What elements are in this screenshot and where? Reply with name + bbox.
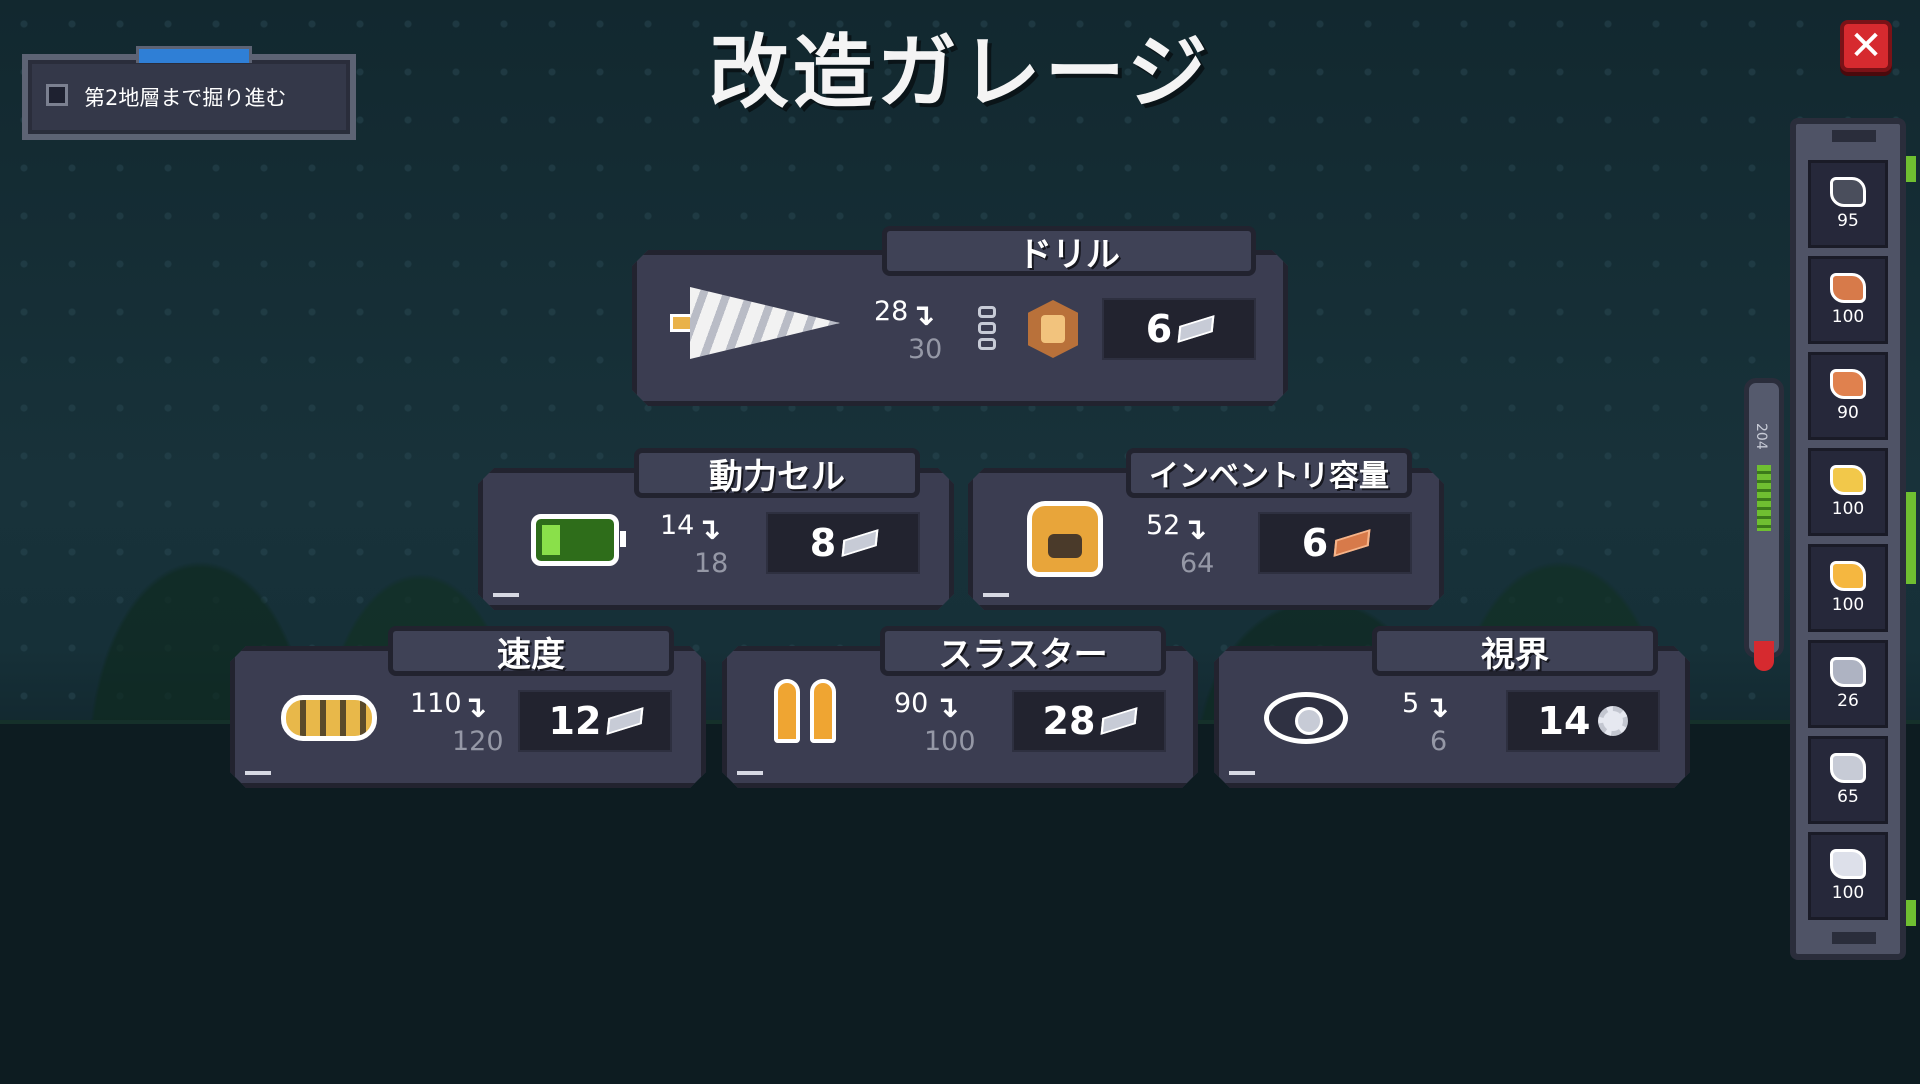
copper-ingot-icon <box>1830 369 1866 399</box>
upgrade-arrow-icon: ↴ <box>934 690 960 725</box>
inventory-scroll-marker <box>1906 900 1916 926</box>
vision-current-value: 5 <box>1402 688 1420 719</box>
upgrade-arrow-icon: ↴ <box>1424 690 1450 725</box>
inventory-slot[interactable]: 100 <box>1808 544 1888 632</box>
vision-next-value: 6 <box>1430 726 1448 757</box>
gold-ore-icon <box>1830 465 1866 495</box>
resource-inventory: 95 100 90 100 100 26 65 100 <box>1790 118 1906 960</box>
speed-current-value: 110 <box>410 688 462 719</box>
iron-ingot-icon <box>1177 315 1215 343</box>
inventory-slot[interactable]: 90 <box>1808 352 1888 440</box>
thruster-cost-button[interactable]: 28 <box>1012 690 1166 752</box>
inventory-count: 100 <box>1831 499 1865 519</box>
upgrade-title-drill: ドリル <box>882 226 1256 276</box>
power-current-value: 14 <box>660 510 695 541</box>
iron-ore-icon <box>1830 657 1866 687</box>
power-cost-button[interactable]: 8 <box>766 512 920 574</box>
copper-ore-icon <box>1830 273 1866 303</box>
fuel-gauge: 204 <box>1744 378 1784 671</box>
upgrade-title-vision: 視界 <box>1372 626 1658 676</box>
backpack-icon <box>1010 496 1120 582</box>
fuel-gauge-tip <box>1754 641 1774 671</box>
thruster-next-value: 100 <box>924 726 976 757</box>
upgrade-arrow-icon: ↴ <box>696 512 722 547</box>
fuel-gauge-fill <box>1757 465 1771 531</box>
inventory-cost-value: 6 <box>1301 521 1329 565</box>
tread-icon <box>270 680 388 756</box>
fuel-gauge-label: 204 <box>1753 423 1769 450</box>
upgrade-title-power: 動力セル <box>634 448 920 498</box>
battery-icon <box>520 500 630 580</box>
inventory-count: 26 <box>1837 691 1859 711</box>
copper-ingot-icon <box>1333 529 1371 557</box>
inventory-slot[interactable]: 95 <box>1808 160 1888 248</box>
inventory-slot[interactable]: 100 <box>1808 448 1888 536</box>
inventory-top-cap <box>1832 130 1876 142</box>
iron-ingot-icon <box>1830 753 1866 783</box>
upgrade-title-inventory: インベントリ容量 <box>1126 448 1412 498</box>
coal-ore-icon <box>1830 177 1866 207</box>
inventory-cost-button[interactable]: 6 <box>1258 512 1412 574</box>
iron-ingot-icon <box>1100 707 1138 735</box>
inventory-bottom-cap <box>1832 932 1876 944</box>
inventory-scroll-thumb[interactable] <box>1906 492 1916 584</box>
inventory-slot[interactable]: 100 <box>1808 256 1888 344</box>
upgrade-title-speed: 速度 <box>388 626 674 676</box>
drill-next-value: 30 <box>908 334 943 365</box>
gold-ingot-icon <box>1830 561 1866 591</box>
inventory-count: 100 <box>1831 307 1865 327</box>
inventory-count: 95 <box>1837 211 1859 231</box>
upgrade-arrow-icon: ↴ <box>1182 512 1208 547</box>
inventory-current-value: 52 <box>1146 510 1181 541</box>
speed-cost-button[interactable]: 12 <box>518 690 672 752</box>
crystal-icon <box>1830 849 1866 879</box>
inventory-slot[interactable]: 65 <box>1808 736 1888 824</box>
drill-icon <box>660 272 850 374</box>
gear-icon <box>1598 706 1629 736</box>
thruster-current-value: 90 <box>894 688 929 719</box>
quest-tab <box>136 46 252 63</box>
upgrade-arrow-icon: ↴ <box>462 690 488 725</box>
quest-checkbox[interactable] <box>46 84 68 106</box>
iron-ingot-icon <box>606 707 644 735</box>
inventory-scroll-marker <box>1906 156 1916 182</box>
inventory-slot[interactable]: 100 <box>1808 832 1888 920</box>
drill-cost-button[interactable]: 6 <box>1102 298 1256 360</box>
close-button[interactable]: ✕ <box>1840 20 1892 72</box>
inventory-next-value: 64 <box>1180 548 1215 579</box>
upgrade-title-thruster: スラスター <box>880 626 1166 676</box>
inventory-count: 100 <box>1831 595 1865 615</box>
eye-icon <box>1256 680 1356 756</box>
vision-cost-button[interactable]: 14 <box>1506 690 1660 752</box>
drill-cost-value: 6 <box>1145 307 1173 351</box>
thruster-icon <box>762 674 848 764</box>
thruster-cost-value: 28 <box>1042 699 1096 743</box>
inventory-count: 100 <box>1831 883 1865 903</box>
drill-current-value: 28 <box>874 296 909 327</box>
quest-panel: 第2地層まで掘り進む <box>22 46 356 140</box>
quest-label: 第2地層まで掘り進む <box>84 86 287 110</box>
inventory-count: 90 <box>1837 403 1859 423</box>
power-cost-value: 8 <box>809 521 837 565</box>
inventory-slot[interactable]: 26 <box>1808 640 1888 728</box>
speed-next-value: 120 <box>452 726 504 757</box>
vision-cost-value: 14 <box>1537 699 1591 743</box>
speed-cost-value: 12 <box>548 699 602 743</box>
iron-ingot-icon <box>841 529 879 557</box>
inventory-count: 65 <box>1837 787 1859 807</box>
power-next-value: 18 <box>694 548 729 579</box>
upgrade-arrow-icon: ↴ <box>910 298 936 333</box>
